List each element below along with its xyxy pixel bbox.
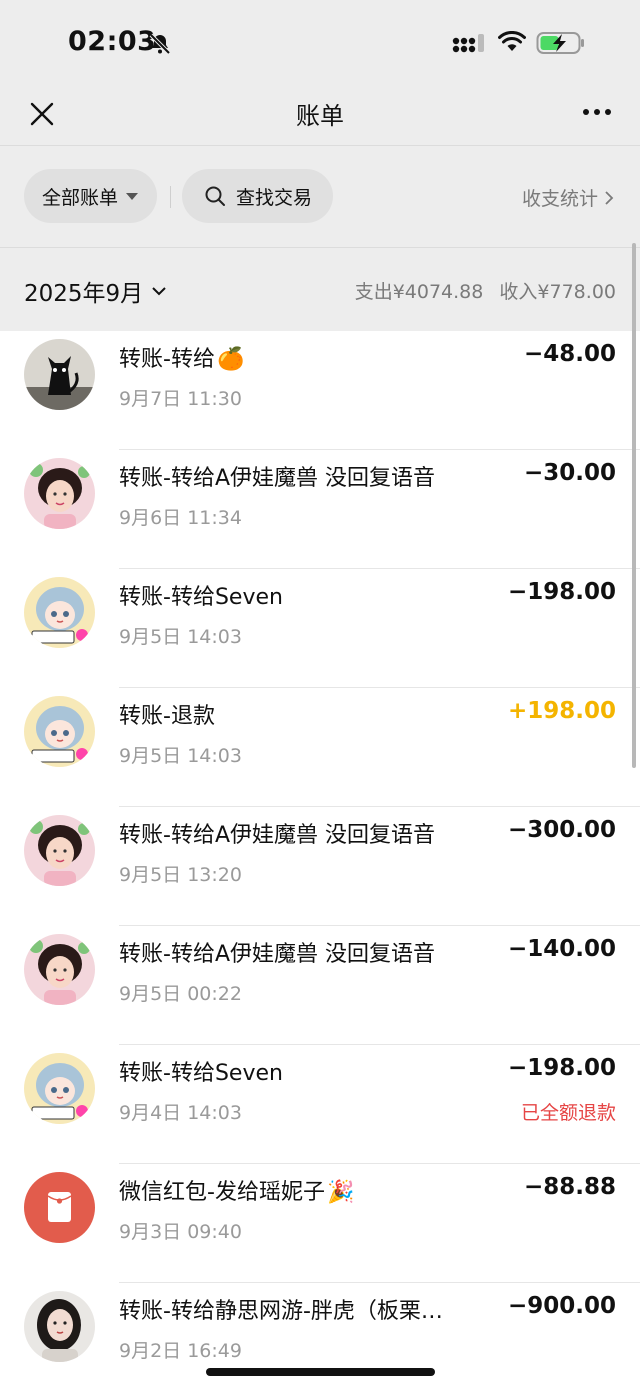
transaction-date: 9月6日 11:34 xyxy=(119,507,242,529)
avatar xyxy=(24,339,95,410)
month-selector[interactable]: 2025年9月 xyxy=(24,274,167,308)
transaction-amount: −198.00 xyxy=(507,579,616,605)
chevron-right-icon xyxy=(605,190,614,205)
month-header: 2025年9月 支出¥4074.88 收入¥778.00 xyxy=(0,249,640,331)
transaction-title: 转账-转给静思网游-胖虎（板栗… xyxy=(119,1299,443,1324)
transaction-date: 9月3日 09:40 xyxy=(119,1221,242,1243)
status-time: 02:03 xyxy=(68,26,157,57)
search-icon xyxy=(205,186,225,206)
transaction-title: 微信红包-发给瑶妮子🎉 xyxy=(119,1180,355,1205)
transaction-amount: −900.00 xyxy=(507,1293,616,1319)
battery-charging-icon xyxy=(536,32,584,54)
status-bar: 02:03 xyxy=(0,0,640,88)
income-expense-stats-link[interactable]: 收支统计 xyxy=(522,184,614,211)
month-expense: 支出¥4074.88 xyxy=(354,281,484,303)
avatar xyxy=(24,1291,95,1362)
emoji: 🍊 xyxy=(216,347,245,372)
refund-status: 已全额退款 xyxy=(520,1102,616,1124)
transaction-row[interactable]: 转账-转给A伊娃魔兽 没回复语音 9月5日 13:20 −300.00 xyxy=(0,807,640,926)
transaction-amount: −198.00 xyxy=(507,1055,616,1081)
transaction-list: 转账-转给🍊 9月7日 11:30 −48.00 转账-转给A伊娃魔兽 没回复语音 9月… xyxy=(0,331,640,1387)
search-label: 查找交易 xyxy=(236,186,313,209)
avatar xyxy=(24,934,95,1005)
transaction-amount: −300.00 xyxy=(507,817,616,843)
transaction-row[interactable]: 微信红包-发给瑶妮子🎉 9月3日 09:40 −88.88 xyxy=(0,1164,640,1283)
more-icon[interactable] xyxy=(582,108,612,116)
transaction-date: 9月4日 14:03 xyxy=(119,1102,242,1124)
red-packet-icon xyxy=(24,1172,95,1243)
transaction-amount: +198.00 xyxy=(507,698,616,724)
transaction-title: 转账-转给A伊娃魔兽 没回复语音 xyxy=(119,823,435,848)
filter-bar: 全部账单 查找交易 收支统计 xyxy=(0,146,640,248)
transaction-amount: −88.88 xyxy=(523,1174,616,1200)
transaction-date: 9月5日 14:03 xyxy=(119,745,242,767)
transaction-date: 9月2日 16:49 xyxy=(119,1340,242,1362)
transaction-date: 9月5日 14:03 xyxy=(119,626,242,648)
avatar xyxy=(24,696,95,767)
wifi-icon xyxy=(498,31,526,51)
nav-bar: 账单 xyxy=(0,88,640,146)
transaction-row[interactable]: 转账-转给A伊娃魔兽 没回复语音 9月5日 00:22 −140.00 xyxy=(0,926,640,1045)
transaction-amount: −48.00 xyxy=(523,341,616,367)
stats-label: 收支统计 xyxy=(521,188,598,210)
transaction-row[interactable]: 转账-转给Seven 9月4日 14:03 −198.00 已全额退款 xyxy=(0,1045,640,1164)
avatar xyxy=(24,1053,95,1124)
chevron-down-icon xyxy=(152,287,166,296)
search-transactions-button[interactable]: 查找交易 xyxy=(182,169,333,223)
transaction-date: 9月5日 13:20 xyxy=(119,864,242,886)
all-bills-dropdown[interactable]: 全部账单 xyxy=(24,169,157,223)
transaction-row[interactable]: 转账-转给A伊娃魔兽 没回复语音 9月6日 11:34 −30.00 xyxy=(0,450,640,569)
bell-muted-icon xyxy=(149,33,171,55)
month-income: 收入¥778.00 xyxy=(499,281,616,303)
transaction-row[interactable]: 转账-退款 9月5日 14:03 +198.00 xyxy=(0,688,640,807)
transaction-title: 转账-转给A伊娃魔兽 没回复语音 xyxy=(119,466,435,491)
transaction-amount: −30.00 xyxy=(523,460,616,486)
avatar xyxy=(24,815,95,886)
caret-down-icon xyxy=(126,192,139,200)
transaction-date: 9月5日 00:22 xyxy=(119,983,242,1005)
transaction-date: 9月7日 11:30 xyxy=(119,388,242,410)
cellular-signal-icon xyxy=(452,34,484,53)
avatar xyxy=(24,458,95,529)
transaction-row[interactable]: 转账-转给🍊 9月7日 11:30 −48.00 xyxy=(0,331,640,450)
transaction-title: 转账-转给Seven xyxy=(119,585,283,610)
transaction-title: 转账-转给A伊娃魔兽 没回复语音 xyxy=(119,942,435,967)
all-bills-label: 全部账单 xyxy=(42,186,119,209)
month-summary: 支出¥4074.88 收入¥778.00 xyxy=(345,277,616,304)
home-indicator[interactable] xyxy=(206,1368,435,1376)
month-label: 2025年9月 xyxy=(24,281,144,307)
transaction-title: 转账-退款 xyxy=(119,704,215,729)
avatar xyxy=(24,577,95,648)
transaction-amount: −140.00 xyxy=(507,936,616,962)
emoji: 🎉 xyxy=(326,1180,355,1205)
page-title: 账单 xyxy=(296,102,344,130)
scrollbar[interactable] xyxy=(632,243,636,768)
transaction-title: 转账-转给🍊 xyxy=(119,347,245,372)
transaction-row[interactable]: 转账-转给Seven 9月5日 14:03 −198.00 xyxy=(0,569,640,688)
filter-divider xyxy=(170,186,171,208)
transaction-title: 转账-转给Seven xyxy=(119,1061,283,1086)
